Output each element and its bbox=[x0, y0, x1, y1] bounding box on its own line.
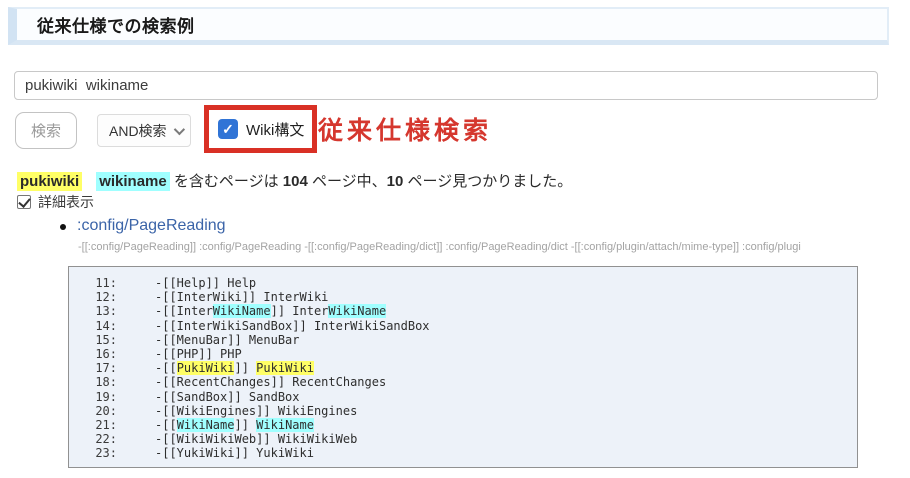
code-line: 15: -[[MenuBar]] MenuBar bbox=[81, 333, 847, 347]
code-line: 14: -[[InterWikiSandBox]] InterWikiSandBo… bbox=[81, 319, 847, 333]
code-text: ]] bbox=[234, 361, 256, 375]
code-line-number: 13: bbox=[81, 304, 117, 318]
code-line: 12: -[[InterWiki]] InterWiki bbox=[81, 290, 847, 304]
code-line-number: 11: bbox=[81, 276, 117, 290]
search-mode-select[interactable]: AND検索 bbox=[97, 114, 191, 147]
result-keyword-1: pukiwiki bbox=[17, 172, 82, 191]
code-highlight: PukiWiki bbox=[177, 361, 235, 375]
result-keyword-2: wikiname bbox=[96, 172, 170, 191]
code-line-number: 16: bbox=[81, 347, 117, 361]
code-line: 19: -[[SandBox]] SandBox bbox=[81, 390, 847, 404]
detail-display-label: 詳細表示 bbox=[38, 192, 94, 212]
page-title: 従来仕様での検索例 bbox=[17, 12, 195, 37]
code-text: -[[Help]] Help bbox=[155, 276, 256, 290]
chevron-down-icon bbox=[174, 123, 185, 134]
code-text: -[[SandBox]] SandBox bbox=[155, 390, 300, 404]
code-text: -[[Inter bbox=[155, 304, 213, 318]
wiki-syntax-checkbox[interactable]: ✓ bbox=[218, 119, 238, 139]
code-text: -[[WikiEngines]] WikiEngines bbox=[155, 404, 357, 418]
result-summary: pukiwiki wikiname を含むページは 104 ページ中、10 ページ… bbox=[17, 170, 572, 191]
code-text: ]] Inter bbox=[271, 304, 329, 318]
page: 従来仕様での検索例 検索 AND検索 ✓ Wiki構文 従来仕様検索 pukiw… bbox=[0, 0, 910, 478]
code-line: 13:-[[InterWikiName]] InterWikiName bbox=[81, 304, 847, 318]
code-text: -[[RecentChanges]] RecentChanges bbox=[155, 375, 386, 389]
code-line-number: 12: bbox=[81, 290, 117, 304]
code-line: 11: -[[Help]] Help bbox=[81, 276, 847, 290]
code-text: -[[PHP]] PHP bbox=[155, 347, 242, 361]
code-line: 21:-[[WikiName]] WikiName bbox=[81, 418, 847, 432]
result-text-end: ページ見つかりました。 bbox=[403, 173, 572, 190]
detail-display-row: 詳細表示 bbox=[17, 192, 94, 212]
code-line: 22: -[[WikiWikiWeb]] WikiWikiWeb bbox=[81, 432, 847, 446]
code-line-number: 15: bbox=[81, 333, 117, 347]
code-text: -[[MenuBar]] MenuBar bbox=[155, 333, 300, 347]
code-text: -[[ bbox=[155, 361, 177, 375]
result-snippet: -[[:config/PageReading]] :config/PageRea… bbox=[78, 241, 878, 253]
section-header: 従来仕様での検索例 bbox=[8, 7, 889, 45]
code-line-number: 19: bbox=[81, 390, 117, 404]
code-line-number: 14: bbox=[81, 319, 117, 333]
code-highlight: WikiName bbox=[256, 418, 314, 432]
code-line: 16: -[[PHP]] PHP bbox=[81, 347, 847, 361]
result-found-pages: 10 bbox=[387, 173, 404, 190]
code-text: -[[InterWikiSandBox]] InterWikiSandBox bbox=[155, 319, 430, 333]
code-line-number: 18: bbox=[81, 375, 117, 389]
code-line-number: 20: bbox=[81, 404, 117, 418]
code-text: -[[InterWiki]] InterWiki bbox=[155, 290, 328, 304]
result-page-link[interactable]: :config/PageReading bbox=[77, 217, 226, 235]
result-total-pages: 104 bbox=[283, 173, 308, 190]
search-button[interactable]: 検索 bbox=[15, 112, 77, 149]
search-mode-value: AND検索 bbox=[109, 121, 167, 141]
code-line-number: 21: bbox=[81, 418, 117, 432]
code-line-number: 23: bbox=[81, 446, 117, 460]
legacy-search-annotation: 従来仕様検索 bbox=[318, 111, 492, 147]
result-text-mid2: ページ中、 bbox=[308, 173, 387, 190]
code-highlight: WikiName bbox=[177, 418, 235, 432]
code-line-number: 22: bbox=[81, 432, 117, 446]
code-line-number: 17: bbox=[81, 361, 117, 375]
code-text: -[[WikiWikiWeb]] WikiWikiWeb bbox=[155, 432, 357, 446]
result-text-mid1: を含むページは bbox=[170, 173, 283, 190]
code-text: ]] bbox=[234, 418, 256, 432]
code-line: 17:-[[PukiWiki]] PukiWiki bbox=[81, 361, 847, 375]
code-line: 20: -[[WikiEngines]] WikiEngines bbox=[81, 404, 847, 418]
code-line: 23: -[[YukiWiki]] YukiWiki bbox=[81, 446, 847, 460]
code-text: -[[YukiWiki]] YukiWiki bbox=[155, 446, 314, 460]
code-highlight: WikiName bbox=[328, 304, 386, 318]
code-text: -[[ bbox=[155, 418, 177, 432]
search-input[interactable] bbox=[14, 71, 878, 100]
code-line: 18: -[[RecentChanges]] RecentChanges bbox=[81, 375, 847, 389]
code-highlight: WikiName bbox=[213, 304, 271, 318]
bullet-icon bbox=[60, 224, 66, 230]
wiki-syntax-label: Wiki構文 bbox=[246, 119, 304, 140]
code-highlight: PukiWiki bbox=[256, 361, 314, 375]
wiki-syntax-highlight-box: ✓ Wiki構文 bbox=[204, 105, 317, 153]
detail-display-checkbox[interactable] bbox=[17, 195, 31, 209]
code-block: 11: -[[Help]] Help 12: -[[InterWiki]] Inter… bbox=[68, 266, 858, 468]
